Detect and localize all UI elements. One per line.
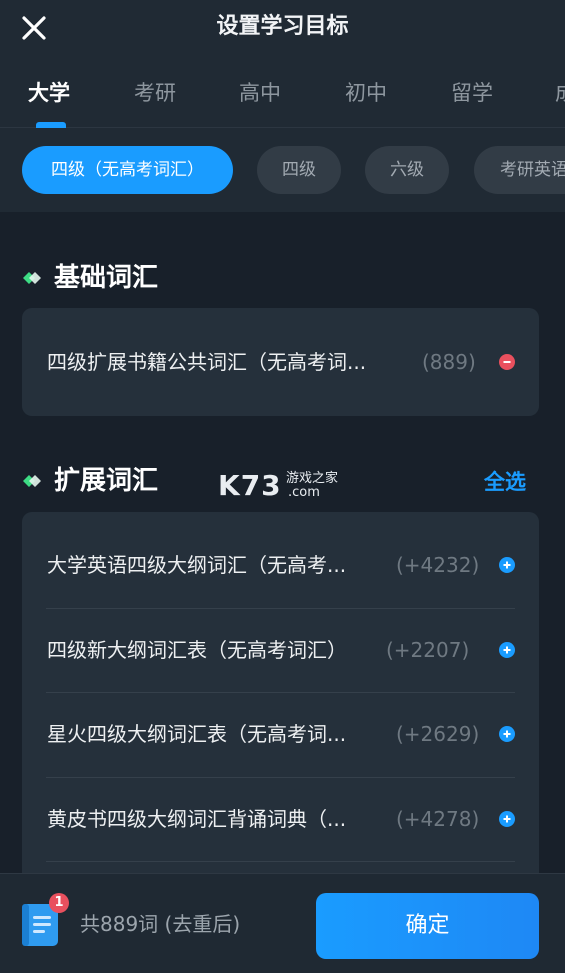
vocab-name: 星火四级大纲词汇表（无高考词... (47, 722, 347, 746)
tab-postgraduate[interactable]: 考研 (134, 78, 176, 108)
plus-circle-icon[interactable] (499, 811, 515, 827)
vocab-count: (+2207) (386, 638, 470, 662)
chip-postgrad-english[interactable]: 考研英语 (474, 146, 565, 194)
list-item[interactable]: 四级新大纲词汇表（无高考词汇） (+2207) (22, 608, 539, 692)
k73-watermark-logo: K73 游戏之家 .com (218, 468, 348, 504)
tab-university[interactable]: 大学 (28, 78, 70, 108)
basic-section-header: 基础词汇 (22, 260, 542, 296)
tab-middle-school[interactable]: 初中 (345, 78, 387, 108)
chip-cet4-no-gaokao[interactable]: 四级（无高考词汇） (22, 146, 233, 194)
active-tab-indicator (36, 122, 66, 128)
tab-high-school[interactable]: 高中 (239, 78, 281, 108)
notification-badge: 1 (49, 893, 69, 913)
bottom-bar: 1 共889词 (去重后) 确定 (0, 873, 565, 973)
top-panel: 设置学习目标 大学 考研 高中 初中 留学 成 四级（无高考词汇） 四级 六级 … (0, 0, 565, 212)
page-title: 设置学习目标 (216, 14, 349, 39)
diamond-icon (23, 272, 41, 284)
vocab-count: (889) (422, 350, 476, 374)
divider (46, 861, 515, 862)
plus-circle-icon[interactable] (499, 726, 515, 742)
category-tabs: 大学 考研 高中 初中 留学 成 (0, 70, 565, 128)
select-all-button[interactable]: 全选 (484, 467, 526, 497)
vocab-name: 四级新大纲词汇表（无高考词汇） (47, 638, 347, 662)
plus-circle-icon[interactable] (499, 642, 515, 658)
word-total: 共889词 (去重后) (80, 912, 241, 936)
chip-cet4[interactable]: 四级 (257, 146, 341, 194)
diamond-icon (23, 475, 41, 487)
extended-vocab-card: 大学英语四级大纲词汇（无高考... (+4232) 四级新大纲词汇表（无高考词汇… (22, 512, 539, 892)
level-chips: 四级（无高考词汇） 四级 六级 考研英语 (0, 146, 565, 194)
list-item[interactable]: 星火四级大纲词汇表（无高考词... (+2629) (22, 692, 539, 776)
chip-cet6[interactable]: 六级 (365, 146, 449, 194)
vocab-name: 黄皮书四级大纲词汇背诵词典（... (47, 807, 347, 831)
vocab-count: (+4232) (396, 553, 480, 577)
tab-study-abroad[interactable]: 留学 (451, 78, 493, 108)
list-item[interactable]: 大学英语四级大纲词汇（无高考... (+4232) (22, 523, 539, 607)
tab-adult[interactable]: 成 (555, 78, 565, 108)
list-item[interactable]: 四级扩展书籍公共词汇（无高考词... (889) (22, 320, 539, 404)
vocab-count: (+2629) (396, 722, 480, 746)
basic-vocab-card: 四级扩展书籍公共词汇（无高考词... (889) (22, 308, 539, 416)
vocab-count: (+4278) (396, 807, 480, 831)
watermark-domain: .com (288, 485, 320, 500)
section-title: 基础词汇 (54, 263, 159, 293)
vocab-name: 大学英语四级大纲词汇（无高考... (47, 553, 347, 577)
minus-circle-icon[interactable] (499, 354, 515, 370)
confirm-button[interactable]: 确定 (316, 893, 539, 959)
watermark-logo-text: K73 (218, 469, 282, 502)
plus-circle-icon[interactable] (499, 557, 515, 573)
vocab-name: 四级扩展书籍公共词汇（无高考词... (47, 350, 367, 374)
section-title: 扩展词汇 (54, 466, 159, 496)
list-item[interactable]: 黄皮书四级大纲词汇背诵词典（... (+4278) (22, 777, 539, 861)
